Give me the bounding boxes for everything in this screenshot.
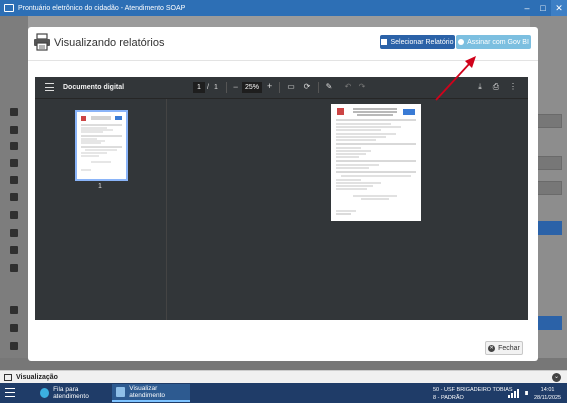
list-icon <box>10 176 18 184</box>
document-icon <box>10 324 18 332</box>
visualization-bar: Visualização ⌄ <box>0 370 567 383</box>
modal-title: Visualizando relatórios <box>54 37 165 49</box>
group-icon <box>10 229 18 237</box>
window-titlebar: Prontuário eletrônico do cidadão - Atend… <box>0 0 567 16</box>
thumbnail-sidebar: 1 <box>35 99 167 320</box>
report-viewer-modal: Visualizando relatórios Selecionar Relat… <box>28 27 538 361</box>
unit-info: 50 - USF BRIGADEIRO TOBIAS 8 - PADRÃO <box>433 386 513 402</box>
person-icon <box>10 211 18 219</box>
task-view-attendance-label: Visualizar atendimento <box>129 385 166 399</box>
thumbnail-page-number: 1 <box>98 183 102 190</box>
document-icon <box>10 159 18 167</box>
thumbnail-preview <box>81 116 122 171</box>
close-button[interactable]: ✕ Fechar <box>485 341 523 355</box>
window-controls: – □ ✕ <box>519 0 567 16</box>
close-icon: ✕ <box>488 344 496 352</box>
fit-page-icon[interactable]: ▭ <box>286 82 296 92</box>
background-sidebar <box>0 16 28 370</box>
app-icon <box>4 4 14 12</box>
unit-line-2: 8 - PADRÃO <box>433 395 464 401</box>
annotate-icon[interactable]: ✎ <box>324 82 334 92</box>
window-icon <box>4 373 12 381</box>
document-icon <box>10 246 18 254</box>
page-number-input[interactable]: 1 <box>193 82 205 93</box>
zoom-out-button[interactable]: − <box>233 82 238 92</box>
document-icon <box>10 306 18 314</box>
visualization-title: Visualização <box>16 373 58 381</box>
document-page-preview <box>336 108 416 215</box>
redo-icon[interactable]: ↷ <box>357 82 367 92</box>
unit-line-1: 50 - USF BRIGADEIRO TOBIAS <box>433 387 513 393</box>
more-options-icon[interactable]: ⋮ <box>508 82 518 92</box>
background-field <box>536 114 562 128</box>
toolbar-divider <box>279 82 280 93</box>
clock-date: 28/11/2025 <box>534 395 562 401</box>
window-icon <box>116 387 126 397</box>
document-area <box>168 99 528 320</box>
document-icon <box>10 264 18 272</box>
report-icon <box>381 39 388 45</box>
sign-gov-label: Assinar com Gov BI <box>467 38 529 46</box>
folder-icon <box>10 342 18 350</box>
pdf-viewer: Documento digital 1 / 1 − 25% + ▭ ⟳ ✎ ↶ … <box>35 77 528 320</box>
background-field <box>536 181 562 195</box>
clock: 14:01 28/11/2025 <box>534 386 561 402</box>
user-plus-icon <box>10 108 18 116</box>
close-icon[interactable]: ✕ <box>551 0 567 16</box>
task-queue[interactable]: Fila para atendimento <box>36 384 110 402</box>
page-separator: / <box>207 84 209 91</box>
background-field <box>536 156 562 170</box>
toolbar-divider <box>318 82 319 93</box>
download-icon[interactable]: ⤓ <box>475 82 485 92</box>
menu-icon[interactable] <box>45 83 54 91</box>
wifi-icon: ∎ <box>524 388 530 397</box>
signal-icon <box>508 388 519 398</box>
undo-icon[interactable]: ↶ <box>343 82 353 92</box>
print-icon[interactable]: ⎙ <box>491 82 501 92</box>
select-report-button[interactable]: Selecionar Relatório <box>380 35 455 49</box>
background-button <box>536 316 562 330</box>
background-button <box>536 221 562 235</box>
zoom-level-input[interactable]: 25% <box>242 82 262 93</box>
document-title: Documento digital <box>63 84 125 91</box>
task-queue-label: Fila para atendimento <box>53 386 89 400</box>
pdf-toolbar: Documento digital 1 / 1 − 25% + ▭ ⟳ ✎ ↶ … <box>35 77 528 99</box>
window-title: Prontuário eletrônico do cidadão - Atend… <box>18 4 186 12</box>
document-icon <box>10 126 18 134</box>
shield-icon <box>458 39 465 45</box>
close-button-label: Fechar <box>498 344 520 352</box>
document-page <box>331 104 421 221</box>
select-report-label: Selecionar Relatório <box>390 38 454 46</box>
task-view-attendance[interactable]: Visualizar atendimento <box>112 384 190 402</box>
modal-header: Visualizando relatórios Selecionar Relat… <box>28 27 538 61</box>
minimize-icon[interactable]: – <box>519 0 535 16</box>
sign-gov-button[interactable]: Assinar com Gov BI <box>456 35 531 49</box>
maximize-icon[interactable]: □ <box>535 0 551 16</box>
chevron-down-icon[interactable]: ⌄ <box>552 373 561 382</box>
start-menu-icon[interactable] <box>5 388 15 397</box>
document-icon <box>10 142 18 150</box>
zoom-in-button[interactable]: + <box>267 81 272 91</box>
clock-time: 14:01 <box>540 387 555 393</box>
page-thumbnail[interactable] <box>75 110 128 181</box>
queue-icon <box>40 388 50 398</box>
rotate-icon[interactable]: ⟳ <box>302 82 312 92</box>
printer-icon <box>34 33 50 51</box>
page-total: 1 <box>214 84 218 91</box>
document-icon <box>10 193 18 201</box>
toolbar-divider <box>226 82 227 93</box>
taskbar: Fila para atendimento Visualizar atendim… <box>0 383 567 403</box>
